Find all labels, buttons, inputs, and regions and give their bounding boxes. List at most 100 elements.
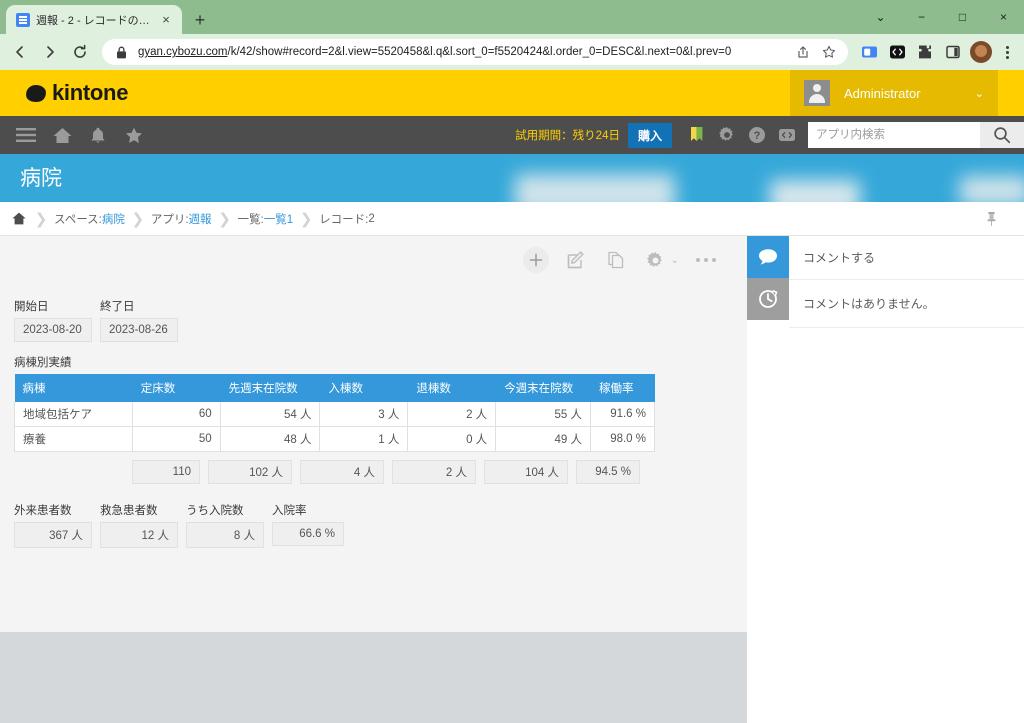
search-button[interactable] xyxy=(980,122,1024,148)
breadcrumb-item-app[interactable]: アプリ: 週報 xyxy=(149,211,214,227)
add-record-button[interactable] xyxy=(522,247,549,273)
field-value: 367 人 xyxy=(14,522,92,548)
cell-beds: 60 xyxy=(131,402,221,427)
browser-tab[interactable]: 週報 - 2 - レコードの詳細 × xyxy=(6,5,182,34)
star-icon[interactable] xyxy=(116,116,152,154)
breadcrumb-prefix: レコード: xyxy=(319,213,369,226)
url-host: gyan.cybozu.com xyxy=(138,46,228,58)
code-icon[interactable] xyxy=(772,116,802,154)
hamburger-icon[interactable] xyxy=(8,116,44,154)
cell-this-week: 55 人 xyxy=(495,402,592,427)
space-header: 病院 xyxy=(0,154,1024,202)
field-value: 8 人 xyxy=(186,522,264,548)
field-admission-rate: 入院率 66.6 % xyxy=(272,502,344,548)
bell-icon[interactable] xyxy=(80,116,116,154)
breadcrumb-item-space[interactable]: スペース: 病院 xyxy=(52,211,127,227)
maximize-button[interactable]: □ xyxy=(942,0,983,34)
home-icon[interactable] xyxy=(44,116,80,154)
kintone-logo-mark-icon xyxy=(25,83,47,103)
page-title: 病院 xyxy=(20,167,62,190)
field-outpatients: 外来患者数 367 人 xyxy=(14,502,92,548)
breadcrumb-separator: ❯ xyxy=(34,210,48,228)
field-label: 入院率 xyxy=(272,505,307,517)
comment-empty-state: コメントはありません。 xyxy=(789,280,1024,328)
forward-button[interactable] xyxy=(36,38,64,66)
record-settings[interactable]: ⌄ xyxy=(643,247,679,273)
help-icon[interactable]: ? xyxy=(742,116,772,154)
kintone-logo-text: kintone xyxy=(52,80,129,105)
kintone-logo[interactable]: kintone xyxy=(25,80,129,106)
window-controls: ⌄ − □ × xyxy=(860,0,1024,34)
totals-row: 110 102 人 4 人 2 人 104 人 94.5 % xyxy=(132,460,729,484)
record-action-toolbar: ⌄ xyxy=(0,236,747,284)
profile-avatar[interactable] xyxy=(970,41,992,63)
user-avatar-icon xyxy=(804,80,830,106)
purchase-button[interactable]: 購入 xyxy=(627,122,672,148)
tab-favicon-icon xyxy=(16,12,30,27)
puzzle-extension-icon[interactable] xyxy=(912,39,938,65)
app-search xyxy=(808,122,1024,148)
gear-icon[interactable] xyxy=(712,116,742,154)
tab-search-icon[interactable]: ⌄ xyxy=(860,0,901,34)
cell-prev-week: 54 人 xyxy=(219,402,321,427)
translate-icon[interactable] xyxy=(856,39,882,65)
field-value: 66.6 % xyxy=(272,522,344,546)
close-tab-icon[interactable]: × xyxy=(158,12,174,28)
chevron-down-icon[interactable]: ⌄ xyxy=(671,255,679,266)
search-input[interactable] xyxy=(808,122,980,148)
pin-icon[interactable] xyxy=(985,211,998,227)
bookmark-star-icon[interactable] xyxy=(820,43,838,61)
breadcrumb-prefix: アプリ: xyxy=(150,213,189,226)
field-value: 2023-08-26 xyxy=(100,318,178,342)
column-header-prev-week: 先週末在院数 xyxy=(220,374,321,402)
more-options-button[interactable] xyxy=(693,247,719,273)
breadcrumb: ❯ スペース: 病院 ❯ アプリ: 週報 ❯ 一覧: 一覧1 ❯ レコード: 2 xyxy=(0,202,1024,236)
code-extension-icon[interactable] xyxy=(884,39,910,65)
edit-record-button[interactable] xyxy=(563,247,589,273)
minimize-button[interactable]: − xyxy=(901,0,942,34)
cell-this-week: 49 人 xyxy=(495,426,592,452)
total-prev-week: 102 人 xyxy=(208,460,292,484)
breadcrumb-link[interactable]: 週報 xyxy=(189,211,212,227)
cell-prev-week: 48 人 xyxy=(219,426,321,452)
breadcrumb-link[interactable]: 一覧1 xyxy=(264,211,293,227)
breadcrumb-home-icon[interactable] xyxy=(8,212,30,225)
chrome-menu-icon[interactable] xyxy=(996,39,1018,65)
ward-performance-table: 病棟 定床数 先週末在院数 入棟数 退棟数 今週末在院数 稼働率 地域包括ケア … xyxy=(14,374,655,452)
blurred-cover-region-2 xyxy=(770,180,860,202)
table-body: 地域包括ケア 60 54 人 3 人 2 人 55 人 91.6 % 療養 50 xyxy=(14,402,655,452)
svg-text:?: ? xyxy=(754,130,761,142)
user-menu[interactable]: Administrator ⌄ xyxy=(790,70,998,116)
cell-ward: 地域包括ケア xyxy=(14,402,133,427)
cell-beds: 50 xyxy=(131,426,221,452)
total-beds: 110 xyxy=(132,460,200,484)
field-label: 外来患者数 xyxy=(14,505,72,517)
cell-occupancy: 91.6 % xyxy=(590,402,655,427)
side-panel-icon[interactable] xyxy=(940,39,966,65)
breadcrumb-link[interactable]: 病院 xyxy=(102,211,125,227)
subtable-block: 病棟別実績 病棟 定床数 先週末在院数 入棟数 退棟数 今週末在院数 稼働率 地… xyxy=(14,354,729,484)
tab-history[interactable] xyxy=(747,278,789,320)
tab-comments[interactable] xyxy=(747,236,789,278)
reload-button[interactable] xyxy=(66,38,94,66)
gear-icon[interactable] xyxy=(643,247,669,273)
url-path: /k/42/show#record=2&l.view=5520458&l.q&l… xyxy=(227,46,732,58)
blurred-cover-region-3 xyxy=(960,176,1024,202)
table-row: 地域包括ケア 60 54 人 3 人 2 人 55 人 91.6 % xyxy=(14,402,655,427)
field-label: 開始日 xyxy=(14,301,49,313)
new-tab-button[interactable]: + xyxy=(186,6,214,34)
address-bar[interactable]: gyan.cybozu.com/k/42/show#record=2&l.vie… xyxy=(102,39,848,65)
back-button[interactable] xyxy=(6,38,34,66)
guidebook-icon[interactable] xyxy=(682,116,712,154)
column-header-beds: 定床数 xyxy=(132,374,221,402)
comment-input-trigger[interactable]: コメントする xyxy=(789,236,1024,280)
page-viewport: kintone Administrator ⌄ 試用期間：残り24日 購入 ? … xyxy=(0,70,1024,723)
field-start-date: 開始日 2023-08-20 xyxy=(14,298,92,342)
share-icon[interactable] xyxy=(794,43,812,61)
breadcrumb-item-view[interactable]: 一覧: 一覧1 xyxy=(236,211,296,227)
duplicate-record-button[interactable] xyxy=(603,247,629,273)
field-admitted-count: うち入院数 8 人 xyxy=(186,502,264,548)
close-window-button[interactable]: × xyxy=(983,0,1024,34)
column-header-occupancy: 稼働率 xyxy=(590,374,655,402)
field-value: 2023-08-20 xyxy=(14,318,92,342)
